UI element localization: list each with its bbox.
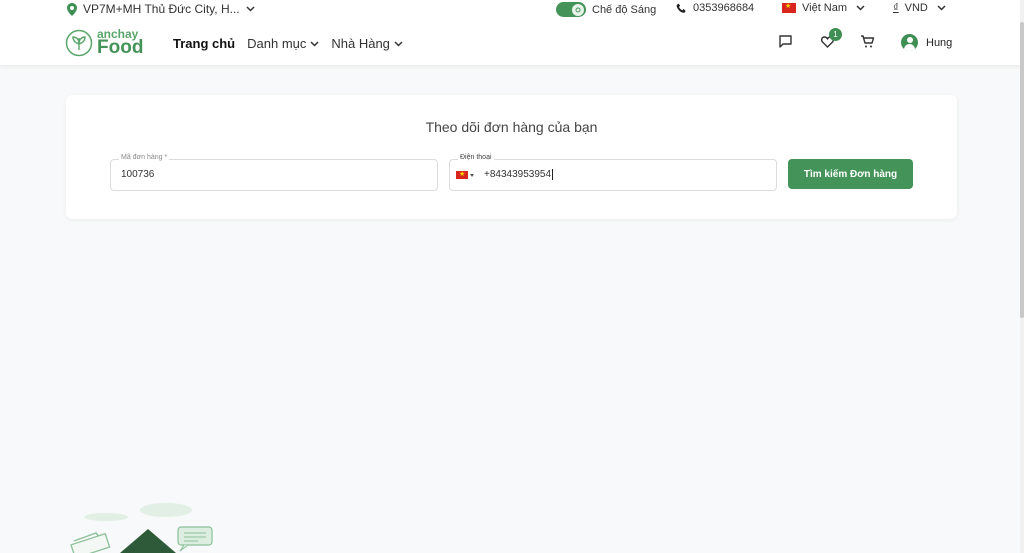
vietnam-flag-icon [782,2,796,13]
user-name: Hung [926,36,953,49]
logo[interactable]: anchay Food [65,28,143,57]
location-pin-icon [67,2,77,16]
phone-contact[interactable]: 0353968684 [676,2,754,14]
scrollbar-thumb[interactable] [1020,22,1024,318]
menu-item-home[interactable]: Trang chủ [173,36,235,51]
menu-item-restaurants[interactable]: Nhà Hàng [331,36,403,51]
phone-input-value: +84343953954 [484,169,552,181]
text-caret [552,169,554,180]
wishlist-count-badge: 1 [829,28,842,41]
theme-toggle-switch[interactable] [556,2,586,17]
leaf-logo-icon [65,29,93,56]
phone-field[interactable]: Điện thoại +84343953954 [449,154,777,191]
location-selector[interactable]: VP7M+MH Thủ Đức City, H... [67,2,255,16]
cart-icon [861,35,875,48]
currency-label: VND [904,2,928,14]
top-bar: VP7M+MH Thủ Đức City, H... Chế độ Sáng 0… [0,0,1020,20]
main-menu: Trang chủ Danh mục Nhà Hàng [173,36,403,51]
chevron-down-icon [937,5,946,11]
cart-button[interactable] [860,34,875,49]
theme-mode-toggle[interactable]: Chế độ Sáng [556,2,656,17]
menu-item-label: Danh mục [247,36,307,51]
phone-icon [676,3,686,13]
currency-selector[interactable]: ₫ VND [893,2,946,14]
menu-item-label: Trang chủ [173,36,236,51]
user-menu[interactable]: Hung [901,34,952,51]
vietnam-flag-icon [456,170,468,179]
currency-symbol: ₫ [893,2,899,14]
tracking-title: Theo dõi đơn hàng của bạn [425,119,598,135]
menu-item-label: Nhà Hàng [331,36,390,51]
chevron-down-icon [310,40,319,47]
sun-icon [572,3,584,16]
page-scrollbar[interactable] [1020,0,1024,553]
chevron-down-icon [246,6,255,12]
phone-label: Điện thoại [458,154,494,161]
empty-state-illustration [70,503,213,553]
dropdown-arrow-icon [470,173,474,177]
order-id-field[interactable]: Mã đơn hàng * 100736 [110,154,438,191]
user-avatar-icon [901,34,918,51]
order-tracking-card: Theo dõi đơn hàng của bạn Mã đơn hàng * … [66,95,957,219]
theme-mode-label: Chế độ Sáng [592,3,657,16]
main-navigation: anchay Food Trang chủ Danh mục Nhà Hàng [0,20,1020,66]
chat-button[interactable] [778,34,793,49]
location-text: VP7M+MH Thủ Đức City, H... [83,2,240,16]
order-id-input[interactable]: 100736 [121,169,154,180]
chevron-down-icon [394,40,403,47]
chevron-down-icon [856,5,865,11]
order-id-label: Mã đơn hàng * [119,154,170,161]
menu-item-categories[interactable]: Danh mục [247,36,319,51]
search-order-button[interactable]: Tìm kiếm Đơn hàng [788,159,913,189]
country-selector[interactable]: Việt Nam [782,2,865,14]
phone-number: 0353968684 [693,2,755,14]
phone-input[interactable]: +84343953954 [484,169,554,181]
chat-icon [779,35,792,48]
country-code-selector[interactable] [456,170,474,179]
logo-text-big: Food [97,37,144,58]
country-label: Việt Nam [802,2,848,14]
